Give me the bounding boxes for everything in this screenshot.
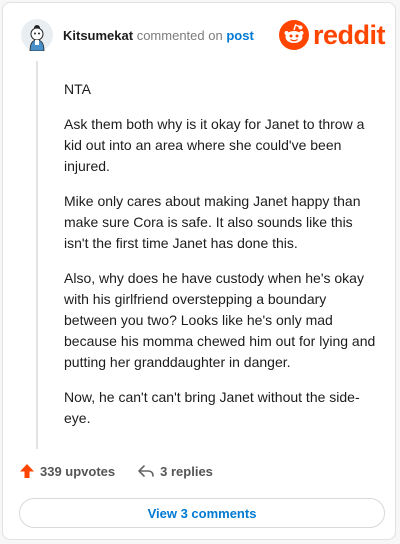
username[interactable]: Kitsumekat (63, 28, 133, 43)
reply-count: 3 replies (160, 463, 213, 479)
avatar[interactable] (21, 19, 53, 51)
reddit-snoo-icon (279, 20, 309, 50)
upvote-button[interactable]: 339 upvotes (19, 463, 115, 479)
comment-verb: commented on (136, 28, 223, 43)
comment-paragraph: Ask them both why is it okay for Janet t… (64, 116, 365, 174)
comment-header: Kitsumekat commented on post (63, 27, 254, 45)
upvote-count: 339 upvotes (40, 463, 116, 479)
comment-paragraph: Now, he can't can't bring Janet without … (64, 389, 360, 426)
post-link[interactable]: post (226, 28, 253, 43)
reply-arrow-icon (138, 465, 154, 477)
view-comments-button[interactable]: View 3 comments (19, 498, 385, 528)
thread-line[interactable] (36, 61, 38, 449)
upvote-arrow-icon (20, 464, 34, 478)
comment-paragraph: NTA (64, 81, 91, 97)
comment-body: NTA Ask them both why is it okay for Jan… (64, 79, 376, 443)
comment-actions: 339 upvotes 3 replies (19, 463, 213, 479)
comment-paragraph: Also, why does he have custody when he's… (64, 270, 376, 370)
comment-card: Kitsumekat commented on post reddit NTA … (2, 2, 396, 540)
reddit-wordmark: reddit (313, 20, 386, 50)
comment-paragraph: Mike only cares about making Janet happy… (64, 193, 361, 251)
reddit-logo: reddit (279, 20, 386, 50)
reply-button[interactable]: 3 replies (137, 463, 213, 479)
